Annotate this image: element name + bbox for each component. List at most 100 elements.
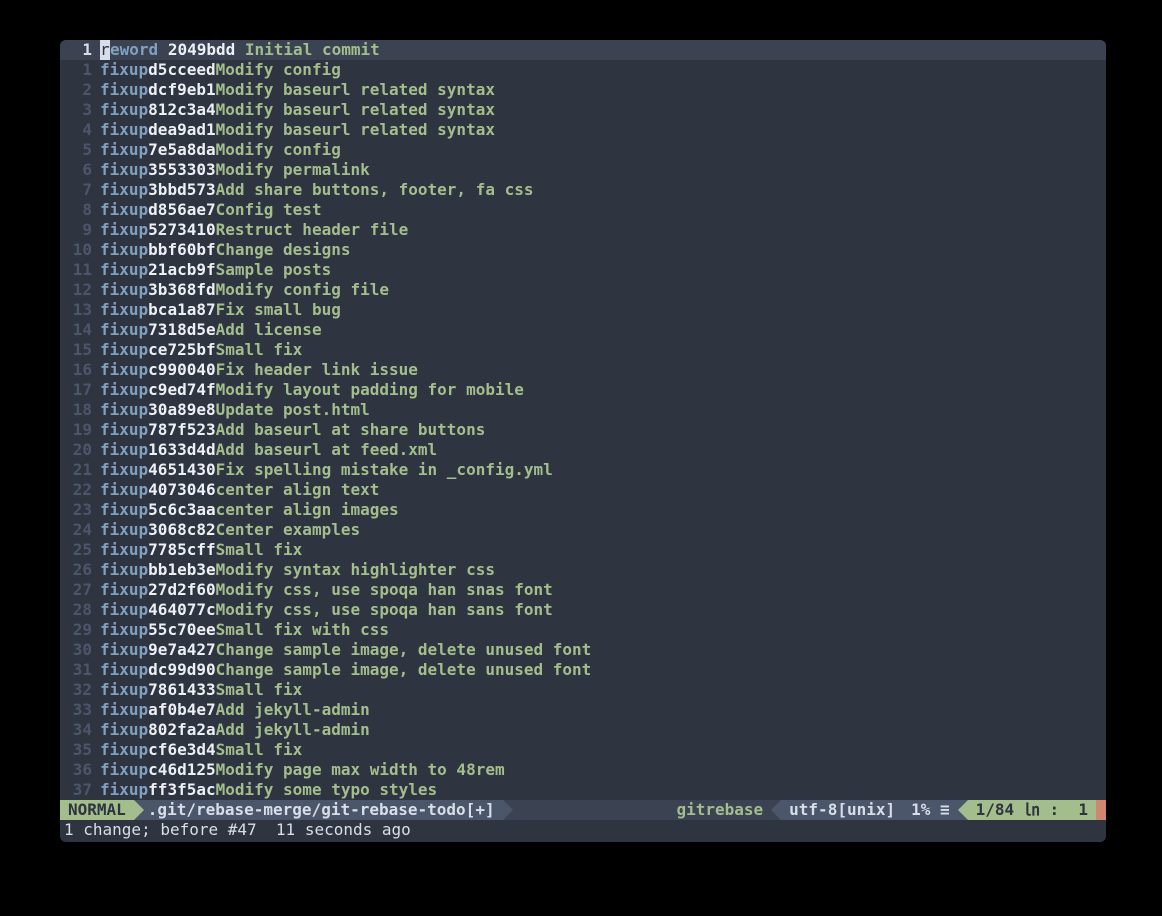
- editor-line[interactable]: 15fixup ce725bf Small fix: [60, 340, 1106, 360]
- editor-line[interactable]: 28fixup 464077c Modify css, use spoqa ha…: [60, 600, 1106, 620]
- commit-hash: 5c6c3aa: [148, 500, 215, 520]
- line-number: 29: [60, 620, 96, 640]
- line-number: 13: [60, 300, 96, 320]
- status-line: NORMAL .git/rebase-merge/git-rebase-todo…: [60, 800, 1106, 820]
- line-number: 27: [60, 580, 96, 600]
- filetype-indicator: gitrebase: [668, 800, 771, 820]
- editor-line[interactable]: 3fixup 812c3a4 Modify baseurl related sy…: [60, 100, 1106, 120]
- editor-line[interactable]: 36fixup c46d125 Modify page max width to…: [60, 760, 1106, 780]
- file-path: .git/rebase-merge/git-rebase-todo[+]: [144, 800, 503, 820]
- editor-line[interactable]: 25fixup 7785cff Small fix: [60, 540, 1106, 560]
- editor-line[interactable]: 16fixup c990040 Fix header link issue: [60, 360, 1106, 380]
- editor-line[interactable]: 14fixup 7318d5e Add license: [60, 320, 1106, 340]
- editor-line[interactable]: 20fixup 1633d4d Add baseurl at feed.xml: [60, 440, 1106, 460]
- editor-line[interactable]: 34fixup 802fa2a Add jekyll-admin: [60, 720, 1106, 740]
- commit-hash: 7785cff: [148, 540, 215, 560]
- command-line[interactable]: 1 change; before #47 11 seconds ago: [60, 820, 1106, 840]
- editor-line[interactable]: 9fixup 5273410 Restruct header file: [60, 220, 1106, 240]
- editor-line[interactable]: 21fixup 4651430 Fix spelling mistake in …: [60, 460, 1106, 480]
- editor-line[interactable]: 4fixup dea9ad1 Modify baseurl related sy…: [60, 120, 1106, 140]
- commit-message: Modify baseurl related syntax: [216, 80, 495, 100]
- line-number: 11: [60, 260, 96, 280]
- commit-message: Small fix: [216, 680, 303, 700]
- commit-message: Center examples: [216, 520, 361, 540]
- editor-pane[interactable]: 1 reword 2049bdd Initial commit 1fixup d…: [60, 40, 1106, 842]
- rebase-command: fixup: [100, 440, 148, 460]
- line-number: 3: [60, 100, 96, 120]
- line-number: 19: [60, 420, 96, 440]
- commit-hash: bb1eb3e: [148, 560, 215, 580]
- commit-message: Modify syntax highlighter css: [216, 560, 495, 580]
- line-number: 12: [60, 280, 96, 300]
- commit-hash: 4651430: [148, 460, 215, 480]
- editor-line[interactable]: 10fixup bbf60bf Change designs: [60, 240, 1106, 260]
- separator-icon: [771, 800, 781, 820]
- rebase-command: fixup: [100, 280, 148, 300]
- commit-message: Add share buttons, footer, fa css: [216, 180, 534, 200]
- rebase-command: fixup: [100, 680, 148, 700]
- encoding-indicator: utf-8[unix]: [781, 800, 903, 820]
- editor-line[interactable]: 18fixup 30a89e8 Update post.html: [60, 400, 1106, 420]
- commit-message: Update post.html: [216, 400, 370, 420]
- commit-message: Add jekyll-admin: [216, 720, 370, 740]
- editor-line[interactable]: 31fixup dc99d90 Change sample image, del…: [60, 660, 1106, 680]
- editor-line[interactable]: 11fixup 21acb9f Sample posts: [60, 260, 1106, 280]
- rebase-command: fixup: [100, 260, 148, 280]
- commit-message: Small fix: [216, 540, 303, 560]
- commit-hash: bbf60bf: [148, 240, 215, 260]
- commit-message: Change designs: [216, 240, 351, 260]
- commit-hash: 7861433: [148, 680, 215, 700]
- editor-line-current[interactable]: 1 reword 2049bdd Initial commit: [60, 40, 1106, 60]
- rebase-command: fixup: [100, 520, 148, 540]
- editor-line[interactable]: 19fixup 787f523 Add baseurl at share but…: [60, 420, 1106, 440]
- rebase-command: fixup: [100, 240, 148, 260]
- commit-hash: dcf9eb1: [148, 80, 215, 100]
- editor-line[interactable]: 1fixup d5cceed Modify config: [60, 60, 1106, 80]
- rebase-command: fixup: [100, 760, 148, 780]
- rebase-command: fixup: [100, 380, 148, 400]
- commit-message: Restruct header file: [216, 220, 409, 240]
- commit-message: Modify config: [216, 140, 341, 160]
- line-number: 1: [60, 40, 96, 60]
- line-number: 26: [60, 560, 96, 580]
- rebase-command: fixup: [100, 700, 148, 720]
- commit-hash: 2049bdd: [168, 40, 235, 60]
- editor-line[interactable]: 6fixup 3553303 Modify permalink: [60, 160, 1106, 180]
- line-number: 15: [60, 340, 96, 360]
- commit-hash: c990040: [148, 360, 215, 380]
- commit-message: Modify baseurl related syntax: [216, 100, 495, 120]
- editor-line[interactable]: 35fixup cf6e3d4 Small fix: [60, 740, 1106, 760]
- rebase-command: fixup: [100, 540, 148, 560]
- line-number: 31: [60, 660, 96, 680]
- editor-line[interactable]: 22fixup 4073046 center align text: [60, 480, 1106, 500]
- editor-line[interactable]: 12fixup 3b368fd Modify config file: [60, 280, 1106, 300]
- status-spacer: [513, 800, 669, 820]
- editor-line[interactable]: 5fixup 7e5a8da Modify config: [60, 140, 1106, 160]
- line-number: 34: [60, 720, 96, 740]
- editor-line[interactable]: 33fixup af0b4e7 Add jekyll-admin: [60, 700, 1106, 720]
- rebase-command: fixup: [100, 60, 148, 80]
- editor-line[interactable]: 30fixup 9e7a427 Change sample image, del…: [60, 640, 1106, 660]
- editor-line[interactable]: 8fixup d856ae7 Config test: [60, 200, 1106, 220]
- editor-line[interactable]: 32fixup 7861433 Small fix: [60, 680, 1106, 700]
- editor-line[interactable]: 7fixup 3bbd573 Add share buttons, footer…: [60, 180, 1106, 200]
- editor-line[interactable]: 26fixup bb1eb3e Modify syntax highlighte…: [60, 560, 1106, 580]
- cursor: r: [100, 40, 110, 60]
- rebase-command: fixup: [100, 360, 148, 380]
- editor-line[interactable]: 37fixup ff3f5ac Modify some typo styles: [60, 780, 1106, 800]
- editor-line[interactable]: 2fixup dcf9eb1 Modify baseurl related sy…: [60, 80, 1106, 100]
- editor-line[interactable]: 23fixup 5c6c3aa center align images: [60, 500, 1106, 520]
- rebase-command: fixup: [100, 80, 148, 100]
- commit-hash: 787f523: [148, 420, 215, 440]
- editor-line[interactable]: 27fixup 27d2f60 Modify css, use spoqa ha…: [60, 580, 1106, 600]
- editor-line[interactable]: 17fixup c9ed74f Modify layout padding fo…: [60, 380, 1106, 400]
- commit-hash: af0b4e7: [148, 700, 215, 720]
- commit-hash: 3068c82: [148, 520, 215, 540]
- commit-message: Fix spelling mistake in _config.yml: [216, 460, 553, 480]
- line-number: 9: [60, 220, 96, 240]
- editor-line[interactable]: 29fixup 55c70ee Small fix with css: [60, 620, 1106, 640]
- editor-line[interactable]: 13fixup bca1a87 Fix small bug: [60, 300, 1106, 320]
- commit-hash: 1633d4d: [148, 440, 215, 460]
- editor-line[interactable]: 24fixup 3068c82 Center examples: [60, 520, 1106, 540]
- line-number: 21: [60, 460, 96, 480]
